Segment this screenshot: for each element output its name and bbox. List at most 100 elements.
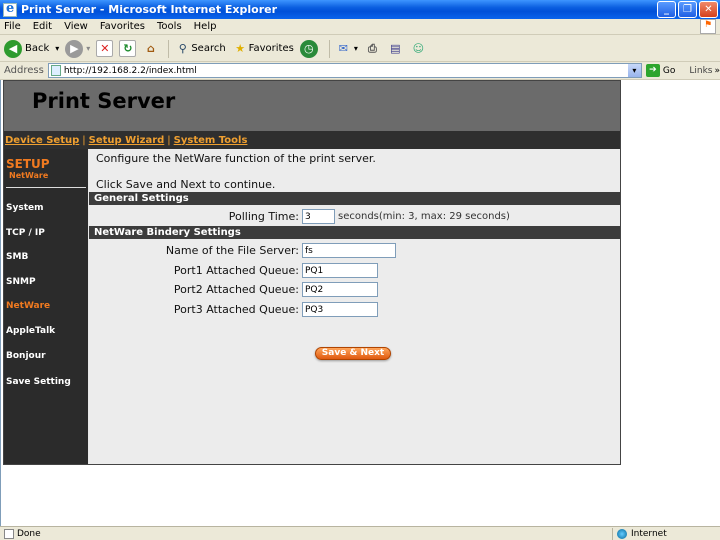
page-done-icon [4,528,14,539]
sidebar-item-tcpip[interactable]: TCP / IP [6,228,45,238]
menu-edit[interactable]: Edit [33,21,52,32]
file-server-input[interactable] [302,243,396,258]
home-icon[interactable]: ⌂ [142,40,159,57]
menu-help[interactable]: Help [194,21,217,32]
refresh-icon[interactable]: ↻ [119,40,137,57]
back-dropdown-icon[interactable]: ▾ [55,44,59,53]
nav-device-setup[interactable]: Device Setup [5,135,79,146]
polling-time-input[interactable] [302,209,335,224]
instruction-text: Click Save and Next to continue. [96,178,276,191]
port2-queue-row: Port2 Attached Queue: [89,282,620,300]
sidebar-divider [6,187,86,188]
mail-icon[interactable]: ✉ [335,40,352,57]
close-button[interactable]: ✕ [699,1,718,18]
favorites-button[interactable]: ★ Favorites [232,40,294,57]
sidebar-item-smb[interactable]: SMB [6,252,28,262]
nav-setup-wizard[interactable]: Setup Wizard [89,135,165,146]
address-input[interactable]: http://192.168.2.2/index.html ▾ [47,63,642,78]
sidebar-item-save-setting[interactable]: Save Setting [6,377,71,387]
port1-queue-label: Port1 Attached Queue: [173,264,299,277]
sidebar-item-snmp[interactable]: SNMP [6,277,36,287]
port3-queue-label: Port3 Attached Queue: [173,303,299,316]
mail-dropdown-icon[interactable]: ▾ [354,44,358,53]
port1-queue-row: Port1 Attached Queue: [89,263,620,281]
search-label: Search [191,43,226,54]
page-viewport: Print Server Device Setup | Setup Wizard… [0,80,720,526]
back-label: Back [25,43,50,54]
status-bar: Done Internet [0,526,720,540]
title-bar: Print Server - Microsoft Internet Explor… [0,0,720,19]
general-settings-heading: General Settings [89,192,620,205]
links-chevron-icon[interactable]: » [714,66,720,76]
zone-label: Internet [631,529,667,539]
menu-tools[interactable]: Tools [157,21,182,32]
top-nav: Device Setup | Setup Wizard | System Too… [4,131,620,149]
file-server-label: Name of the File Server: [165,244,299,257]
polling-time-label: Polling Time: [228,210,299,223]
menu-favorites[interactable]: Favorites [100,21,145,32]
menu-view[interactable]: View [64,21,88,32]
search-icon: ⚲ [178,42,187,55]
star-icon: ★ [235,42,246,55]
port2-queue-label: Port2 Attached Queue: [173,283,299,296]
sidebar-item-system[interactable]: System [6,203,44,213]
port3-queue-row: Port3 Attached Queue: [89,302,620,320]
window-title: Print Server - Microsoft Internet Explor… [21,3,278,16]
nav-separator: | [167,134,171,146]
forward-button[interactable]: ▶ ▾ [65,39,90,58]
windows-logo-icon: ⚑ [700,19,716,34]
sidebar-item-bonjour[interactable]: Bonjour [6,351,46,361]
sidebar-item-netware[interactable]: NetWare [6,301,50,311]
menu-file[interactable]: File [4,21,21,32]
search-button[interactable]: ⚲ Search [174,40,226,57]
globe-icon [617,529,627,539]
address-label: Address [4,65,44,76]
port3-queue-input[interactable] [302,302,378,317]
go-arrow-icon: ➔ [645,64,660,77]
sidebar-heading: SETUP [6,157,50,171]
history-icon[interactable]: ◷ [299,39,318,58]
intro-text: Configure the NetWare function of the pr… [96,152,376,165]
page-title: Print Server [32,89,176,113]
minimize-button[interactable]: _ [657,1,676,18]
back-arrow-icon: ◀ [4,39,22,58]
status-text: Done [17,528,41,539]
page-header: Print Server [4,81,620,131]
menu-bar: File Edit View Favorites Tools Help ⚑ [0,19,720,35]
toolbar: ◀ Back ▾ ▶ ▾ ✕ ↻ ⌂ ⚲ Search ★ Favorites … [0,36,720,62]
security-zone: Internet [612,528,667,540]
file-server-row: Name of the File Server: [89,243,620,261]
go-button[interactable]: ➔ Go [645,64,676,77]
nav-system-tools[interactable]: System Tools [174,135,248,146]
page-icon [50,65,61,76]
edit-icon[interactable]: ▤ [387,40,404,57]
sidebar-subheading: NetWare [9,171,49,180]
ie-icon [3,1,17,17]
toolbar-separator [328,39,330,58]
print-server-page: Print Server Device Setup | Setup Wizard… [3,80,621,465]
port2-queue-input[interactable] [302,282,378,297]
main-content: Configure the NetWare function of the pr… [89,149,620,464]
print-icon[interactable]: ⎙ [364,40,381,57]
polling-time-row: Polling Time: seconds(min: 3, max: 29 se… [89,209,620,227]
address-bar: Address http://192.168.2.2/index.html ▾ … [0,62,720,80]
back-button[interactable]: ◀ Back ▾ [4,39,59,58]
forward-arrow-icon: ▶ [65,39,84,58]
maximize-button[interactable]: ❐ [678,1,697,18]
sidebar: SETUP NetWare System TCP / IP SMB SNMP N… [4,149,88,464]
sidebar-item-appletalk[interactable]: AppleTalk [6,326,55,336]
nav-separator: | [82,134,86,146]
address-url: http://192.168.2.2/index.html [63,65,197,76]
save-next-button[interactable]: Save & Next [315,347,391,360]
stop-icon[interactable]: ✕ [96,40,114,57]
address-dropdown-icon[interactable]: ▾ [627,64,641,77]
messenger-icon[interactable]: ☺ [410,40,427,57]
links-button[interactable]: Links [689,66,712,76]
favorites-label: Favorites [248,43,294,54]
toolbar-separator [168,39,170,58]
port1-queue-input[interactable] [302,263,378,278]
go-label: Go [662,65,676,76]
bindery-settings-heading: NetWare Bindery Settings [89,226,620,239]
polling-time-hint: seconds(min: 3, max: 29 seconds) [338,211,510,222]
forward-dropdown-icon[interactable]: ▾ [86,44,90,53]
